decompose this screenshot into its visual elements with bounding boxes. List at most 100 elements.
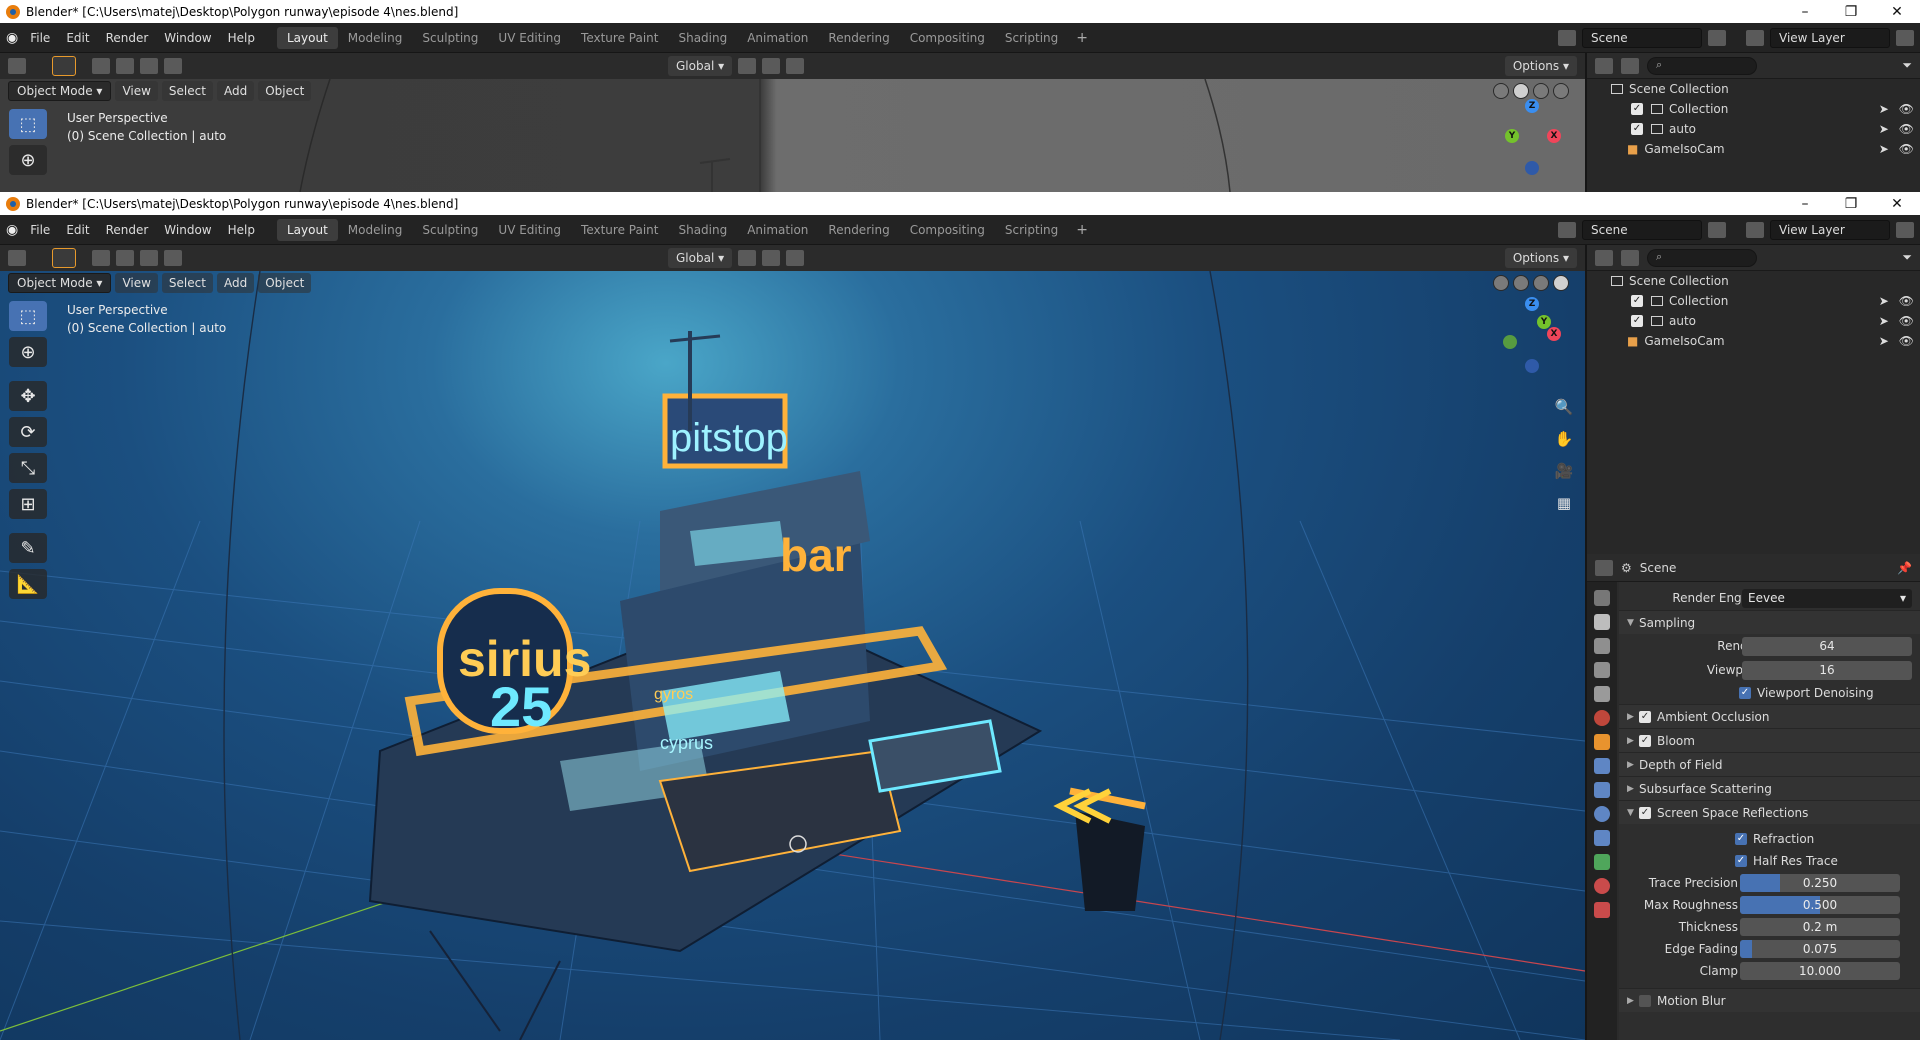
ssr-slider[interactable]: 0.500 [1740, 896, 1900, 914]
close-icon[interactable]: ✕ [1874, 196, 1920, 212]
ortho-grid-icon[interactable]: ▦ [1553, 492, 1575, 514]
pan-hand-icon[interactable]: ✋ [1553, 428, 1575, 450]
menu-edit[interactable]: Edit [58, 31, 97, 45]
pivot-icon[interactable] [738, 250, 757, 266]
checkbox-icon[interactable]: ✓ [1739, 687, 1751, 699]
ssr-slider[interactable]: 0.2 m [1740, 918, 1900, 936]
move-icon[interactable]: ✥ [9, 381, 47, 411]
gizmo-x-axis[interactable]: X [1547, 129, 1561, 143]
add-workspace-icon[interactable]: + [1068, 30, 1096, 46]
navigation-gizmo[interactable]: Z X Y [1497, 297, 1567, 387]
tab-animation[interactable]: Animation [737, 27, 818, 49]
view-layer-icon[interactable] [1746, 29, 1764, 46]
select-arrow-icon[interactable]: ➤ [1879, 102, 1889, 116]
modifier-tab-icon[interactable] [1594, 758, 1610, 774]
snap-icon[interactable] [762, 58, 781, 74]
panel-subsurface[interactable]: ▶ Subsurface Scattering [1619, 776, 1920, 800]
select-box-icon[interactable]: ⬚ [9, 301, 47, 331]
tab-rendering[interactable]: Rendering [818, 27, 899, 49]
tab-texture-paint[interactable]: Texture Paint [571, 219, 668, 241]
gizmo-x-axis[interactable]: X [1547, 327, 1561, 341]
select-tool-icon[interactable] [52, 248, 76, 268]
menu-object[interactable]: Object [258, 81, 312, 101]
tab-scripting[interactable]: Scripting [995, 27, 1068, 49]
eye-icon[interactable]: 👁 [1899, 102, 1914, 116]
tab-layout[interactable]: Layout [276, 26, 338, 49]
outliner-item[interactable]: ✓ Collection ➤ 👁 [1587, 99, 1920, 119]
select-arrow-icon[interactable]: ➤ [1879, 334, 1889, 348]
select-mode-new-icon[interactable] [92, 250, 110, 266]
tab-modeling[interactable]: Modeling [338, 219, 413, 241]
data-tab-icon[interactable] [1594, 854, 1610, 870]
checkbox-icon[interactable]: ✓ [1631, 123, 1643, 135]
orientation-dropdown[interactable]: Global ▾ [668, 248, 733, 268]
tab-scripting[interactable]: Scripting [995, 219, 1068, 241]
scene-tab-icon[interactable] [1594, 686, 1610, 702]
tab-shading[interactable]: Shading [668, 27, 737, 49]
editor-type-icon[interactable] [8, 250, 26, 266]
gizmo-y-axis[interactable]: Y [1537, 315, 1551, 329]
select-tool-icon[interactable] [52, 56, 76, 76]
outliner-item[interactable]: ✓ Collection ➤ 👁 [1587, 291, 1920, 311]
refraction-row[interactable]: ✓ Refraction [1619, 828, 1920, 850]
tab-compositing[interactable]: Compositing [900, 219, 995, 241]
texture-tab-icon[interactable] [1594, 902, 1610, 918]
checkbox-icon[interactable]: ✓ [1639, 806, 1651, 819]
tab-layout[interactable]: Layout [276, 218, 338, 241]
render-samples-field[interactable]: 64 [1742, 636, 1912, 656]
select-arrow-icon[interactable]: ➤ [1879, 122, 1889, 136]
output-tab-icon[interactable] [1594, 638, 1610, 654]
menu-add[interactable]: Add [216, 81, 255, 101]
outliner-editor-icon[interactable] [1595, 249, 1613, 266]
viewport-denoising-row[interactable]: ✓ Viewport Denoising [1619, 682, 1920, 704]
checkbox-icon[interactable]: ✓ [1631, 295, 1643, 307]
gizmo-z-axis[interactable]: Z [1525, 297, 1539, 311]
annotate-icon[interactable]: ✎ [9, 533, 47, 563]
navigation-gizmo-top[interactable]: Z X Y [1497, 99, 1567, 189]
select-arrow-icon[interactable]: ➤ [1879, 294, 1889, 308]
filter-icon[interactable]: ⏷ [1902, 58, 1912, 73]
checkbox-icon[interactable]: ✓ [1631, 315, 1643, 327]
display-mode-icon[interactable] [1621, 249, 1639, 266]
material-tab-icon[interactable] [1594, 878, 1610, 894]
outliner-item[interactable]: ✓ auto ➤ 👁 [1587, 311, 1920, 331]
pivot-icon[interactable] [738, 58, 757, 74]
tool-tab-icon[interactable] [1594, 590, 1610, 606]
viewport-samples-field[interactable]: 16 [1742, 660, 1912, 680]
scene-icon[interactable] [1558, 29, 1576, 46]
tab-modeling[interactable]: Modeling [338, 27, 413, 49]
menu-file[interactable]: File [22, 31, 58, 45]
half-res-row[interactable]: ✓ Half Res Trace [1619, 850, 1920, 872]
display-mode-icon[interactable] [1621, 57, 1639, 74]
menu-help[interactable]: Help [220, 223, 263, 237]
transform-icon[interactable]: ⊞ [9, 489, 47, 519]
select-mode-extend-icon[interactable] [116, 58, 134, 74]
scene-field[interactable]: Scene [1582, 27, 1702, 48]
checkbox-icon[interactable]: ✓ [1639, 734, 1651, 747]
outliner-root[interactable]: Scene Collection [1587, 271, 1920, 291]
tab-shading[interactable]: Shading [668, 219, 737, 241]
gizmo-y-axis[interactable]: Y [1505, 129, 1519, 143]
select-box-icon[interactable]: ⬚ [9, 109, 47, 139]
scene-icon[interactable] [1558, 221, 1576, 238]
eye-icon[interactable]: 👁 [1899, 314, 1914, 328]
tab-animation[interactable]: Animation [737, 219, 818, 241]
outliner-item[interactable]: ✓ auto ➤ 👁 [1587, 119, 1920, 139]
select-mode-invert-icon[interactable] [164, 250, 182, 266]
outliner-item[interactable]: ■ GameIsoCam ➤ 👁 [1587, 331, 1920, 351]
select-mode-subtract-icon[interactable] [140, 250, 158, 266]
viewport-top[interactable]: Object Mode ▾ View Select Add Object ⬚ ⊕… [0, 79, 1585, 192]
select-mode-new-icon[interactable] [92, 58, 110, 74]
tab-rendering[interactable]: Rendering [818, 219, 899, 241]
menu-select[interactable]: Select [161, 81, 213, 101]
minimize-icon[interactable]: – [1782, 4, 1828, 20]
camera-view-icon[interactable]: 🎥 [1553, 460, 1575, 482]
view-layer-field[interactable]: View Layer [1770, 219, 1890, 240]
panel-motion-blur[interactable]: ▶ ✓ Motion Blur [1619, 988, 1920, 1012]
panel-bloom[interactable]: ▶ ✓ Bloom [1619, 728, 1920, 752]
minimize-icon[interactable]: – [1782, 196, 1828, 212]
tab-compositing[interactable]: Compositing [900, 27, 995, 49]
properties-editor-icon[interactable] [1595, 559, 1613, 576]
menu-edit[interactable]: Edit [58, 223, 97, 237]
view-layer-field[interactable]: View Layer [1770, 27, 1890, 48]
